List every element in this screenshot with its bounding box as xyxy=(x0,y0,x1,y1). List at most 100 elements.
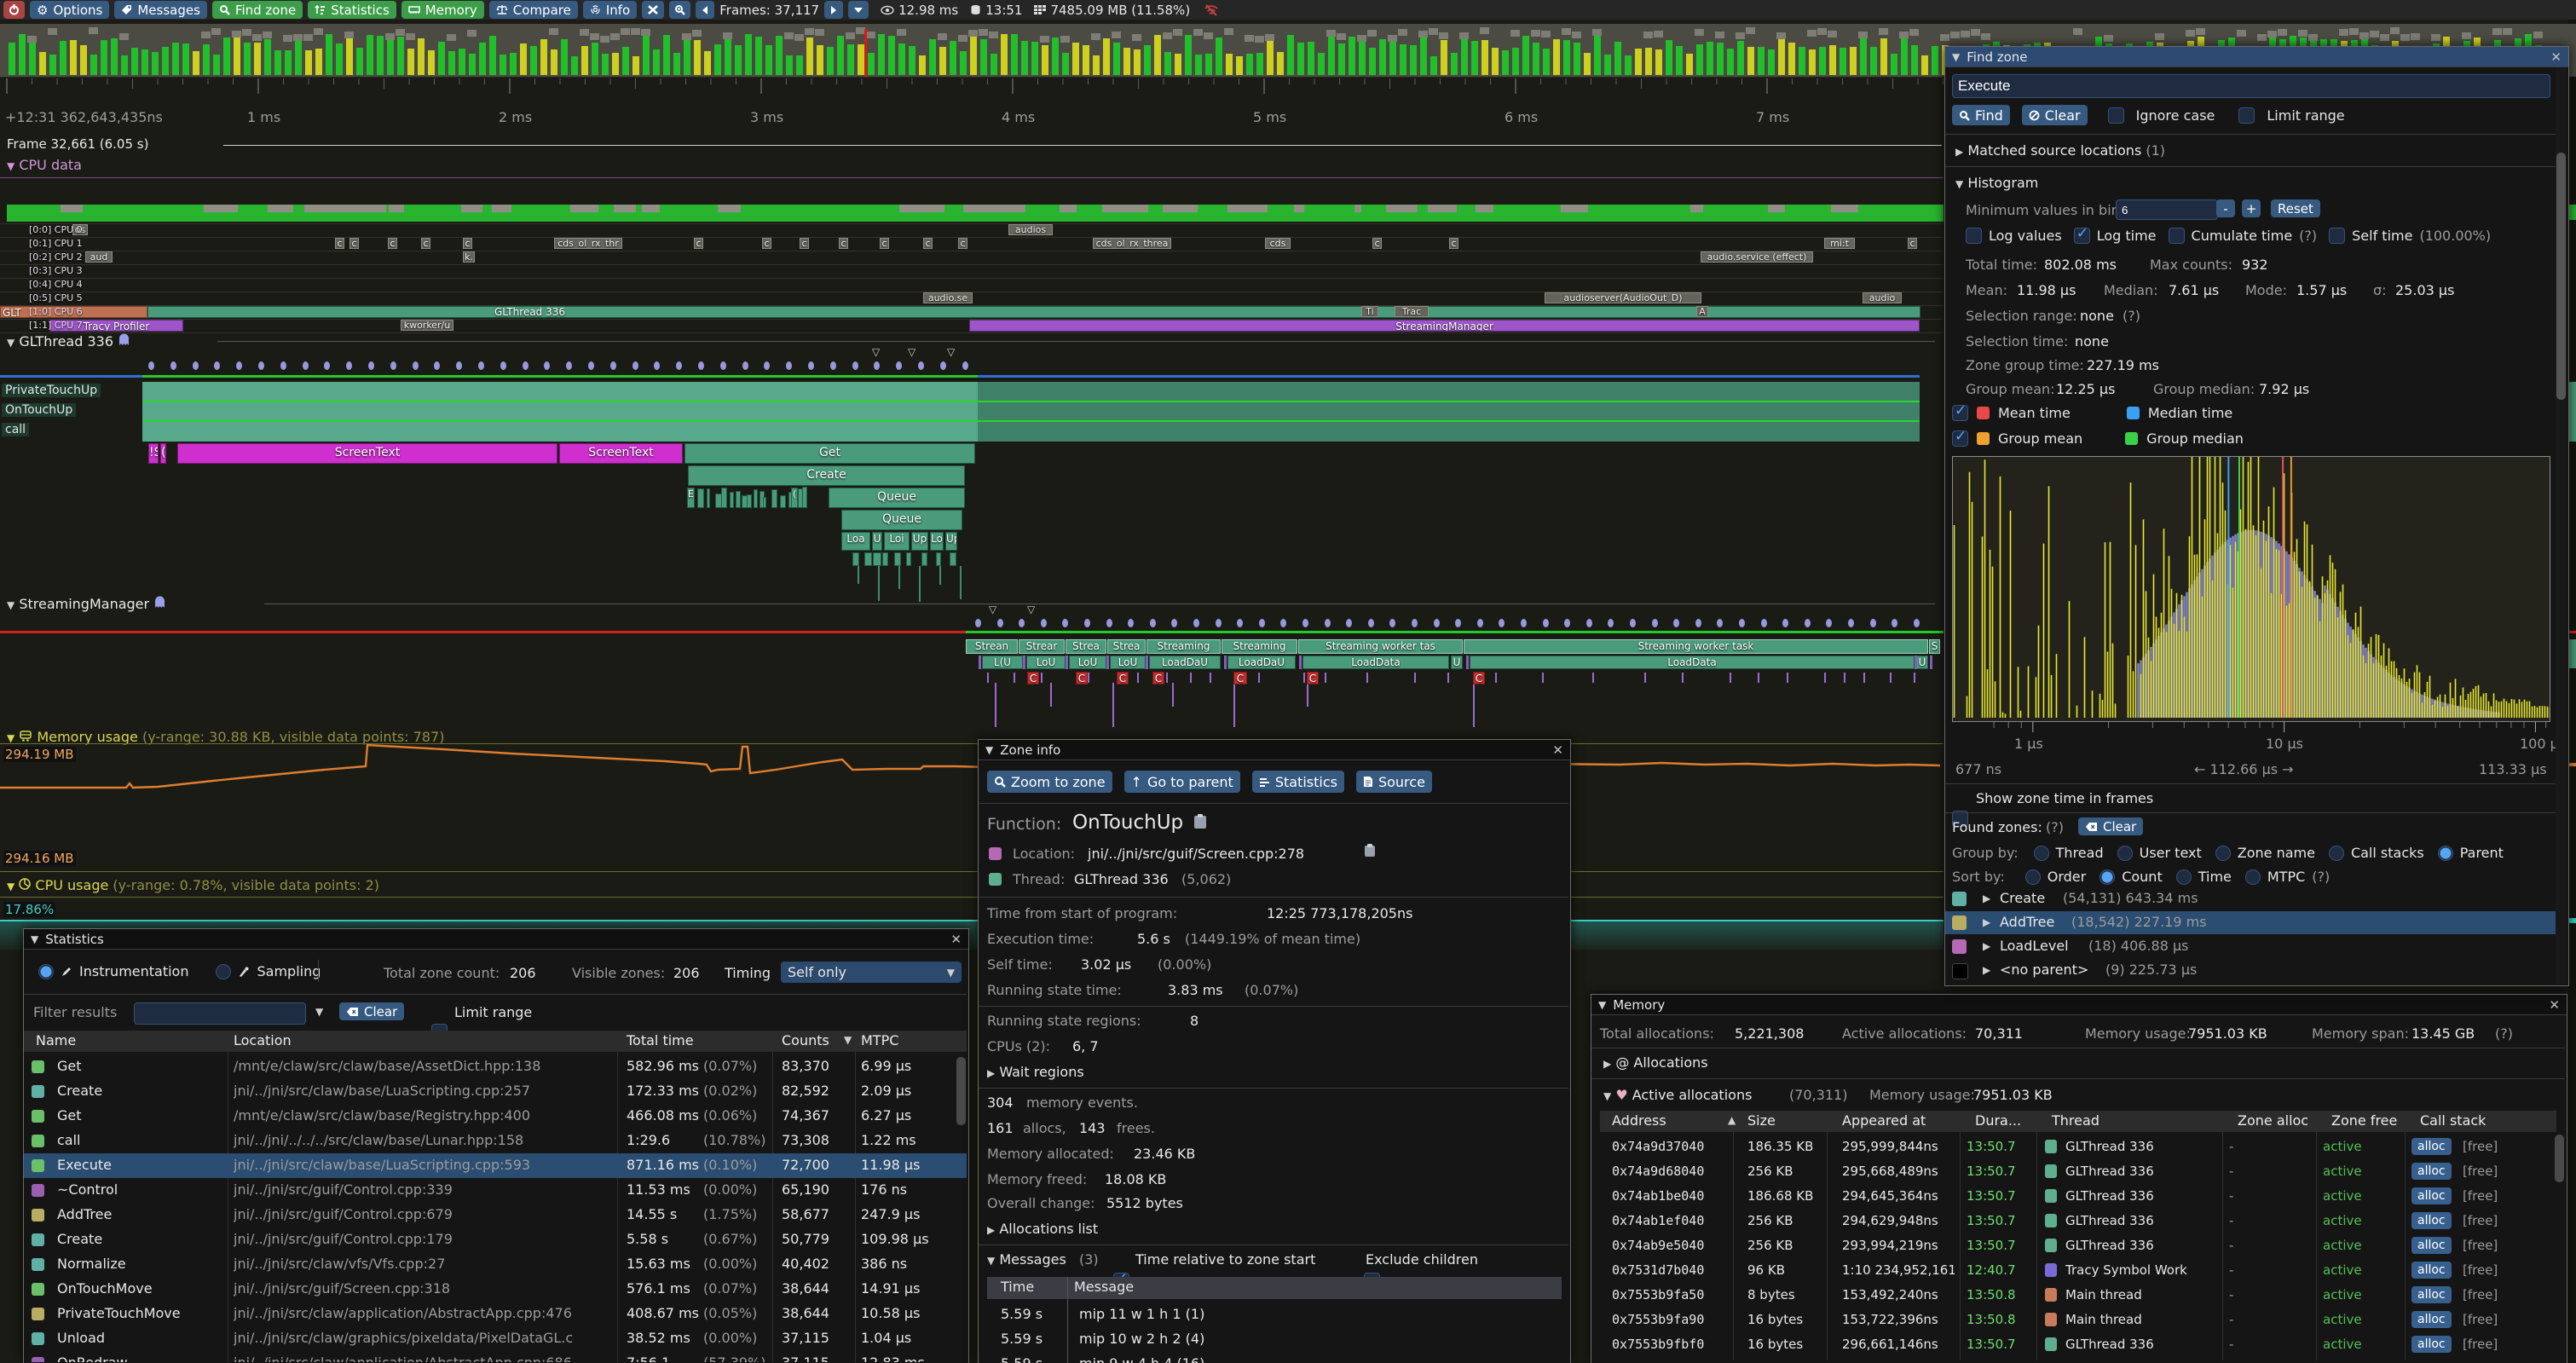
zone[interactable]: C xyxy=(1117,672,1129,684)
table-row[interactable]: 0x7531d7b04096 KB1:10 234,952,16112:40.7… xyxy=(1591,1258,2565,1283)
glthread-message-dots[interactable] xyxy=(0,361,1944,371)
cpu-zone[interactable]: A xyxy=(1696,306,1708,317)
zone[interactable]: !S xyxy=(148,443,159,464)
table-row[interactable]: OnTouchMovejni/../jni/src/guif/Screen.cp… xyxy=(24,1277,967,1302)
zone[interactable]: S xyxy=(1929,639,1940,654)
zone[interactable]: Queue xyxy=(841,510,962,530)
scrollbar-thumb[interactable] xyxy=(956,1057,966,1125)
messages-button[interactable]: Messages xyxy=(114,1,207,19)
alloc-callstack-button[interactable]: alloc xyxy=(2411,1138,2452,1155)
cpu-zone[interactable]: cds_ol_rx_threa xyxy=(1093,238,1171,249)
cpu-zone[interactable]: c xyxy=(762,238,771,249)
zone[interactable]: C xyxy=(1473,672,1485,684)
clear-button[interactable]: Clear xyxy=(2022,105,2088,125)
cpu-zone[interactable]: cds_ol_rx_thr xyxy=(554,238,622,249)
cpu-zone[interactable]: c xyxy=(349,238,359,249)
close-icon[interactable]: ✕ xyxy=(950,932,962,947)
table-row[interactable]: 0x74a9d37040186.35 KB295,999,844ns13:50.… xyxy=(1591,1135,2565,1159)
cpu-zone[interactable]: c xyxy=(923,238,933,249)
table-row[interactable]: ~Controljni/../jni/src/guif/Control.cpp:… xyxy=(24,1178,967,1203)
allocations-list-toggle[interactable]: ▶ Allocations list xyxy=(987,1221,1098,1237)
zone[interactable]: Get xyxy=(684,443,975,464)
cpu-zone[interactable]: audio.se xyxy=(923,292,973,303)
find-button[interactable]: Find xyxy=(1952,105,2010,125)
zone[interactable]: ( xyxy=(160,443,166,464)
messages-toggle[interactable]: ▼ Messages xyxy=(987,1251,1066,1268)
zone-info-titlebar[interactable]: ▼Zone info✕ xyxy=(979,740,1570,760)
alloc-callstack-button[interactable]: alloc xyxy=(2411,1187,2452,1204)
cpu-data-header[interactable]: ▼ CPU data xyxy=(7,157,82,173)
found-zone-row[interactable]: ▶<no parent>(9) 225.73 µs xyxy=(1945,959,2556,982)
self-time-checkbox[interactable] xyxy=(2329,228,2345,244)
memory-button[interactable]: Memory xyxy=(401,1,484,19)
stats-table-header[interactable]: Name Location Total time Counts ▼ MTPC xyxy=(24,1031,967,1052)
zone[interactable]: C xyxy=(1233,672,1247,684)
cpu-activity-bar[interactable] xyxy=(7,205,1944,222)
table-row[interactable]: calljni/../jni/../../../src/claw/base/Lu… xyxy=(24,1129,967,1153)
table-row[interactable]: 0x74a9d68040256 KB295,668,489ns13:50.7GL… xyxy=(1591,1159,2565,1184)
cpu-usage-header[interactable]: ▼ CPU usage (y-range: 0.78%, visible dat… xyxy=(7,877,379,893)
histogram-plot[interactable] xyxy=(1952,456,2550,722)
streaming-header[interactable]: ▼ StreamingManager xyxy=(7,595,166,612)
zone[interactable]: ScreenText xyxy=(559,443,683,464)
zone[interactable]: C xyxy=(1027,672,1039,684)
minus-button[interactable]: - xyxy=(2216,199,2235,217)
go-to-parent-button[interactable]: ↑Go to parent xyxy=(1124,771,1240,793)
memory-table-header[interactable]: Address ▲ Size Appeared at Dura... Threa… xyxy=(1600,1111,2556,1132)
info-button[interactable]: Info xyxy=(583,1,637,19)
statistics-titlebar[interactable]: ▼Statistics✕ xyxy=(24,929,968,950)
statistics-button[interactable]: Statistics xyxy=(308,1,396,19)
table-row[interactable]: 0x74ab1be040186.68 KB294,645,364ns13:50.… xyxy=(1591,1184,2565,1209)
zone[interactable]: Streaming xyxy=(1222,639,1297,654)
streaming-message-dots[interactable] xyxy=(0,619,1944,628)
table-row[interactable]: OnRedrawjni/../jni/src/claw/application/… xyxy=(24,1351,967,1362)
plus-button[interactable]: + xyxy=(2242,199,2261,217)
collapsed-zone-marker[interactable]: ▽ xyxy=(908,346,915,358)
alloc-callstack-button[interactable]: alloc xyxy=(2411,1262,2452,1279)
zone[interactable]: Strea xyxy=(1066,639,1106,654)
cpu-zone[interactable]: StreamingManager xyxy=(969,320,1920,332)
scrollbar-track[interactable] xyxy=(2556,67,2567,984)
clipboard-icon[interactable] xyxy=(1193,813,1207,829)
cpu-zone[interactable]: audio xyxy=(1863,292,1902,303)
reset-button[interactable]: Reset xyxy=(2271,199,2320,217)
found-zone-row[interactable]: ▶LoadLevel(18) 406.88 µs xyxy=(1945,935,2556,958)
statistics-button[interactable]: Statistics xyxy=(1252,771,1344,793)
collapsed-zone-marker[interactable]: ▽ xyxy=(1027,604,1035,615)
cpu-zone[interactable]: c xyxy=(694,238,703,249)
cumulate-checkbox[interactable] xyxy=(2169,228,2185,244)
alloc-callstack-button[interactable]: alloc xyxy=(2411,1212,2452,1229)
table-row[interactable]: Get/mnt/e/claw/src/claw/base/AssetDict.h… xyxy=(24,1054,967,1079)
limit-range-checkbox[interactable] xyxy=(2238,107,2255,124)
table-row[interactable]: Get/mnt/e/claw/src/claw/base/Registry.hp… xyxy=(24,1104,967,1129)
table-row[interactable]: 0x74ab1ef040256 KB294,629,948ns13:50.7GL… xyxy=(1591,1209,2565,1233)
sampling-radio[interactable] xyxy=(216,964,231,979)
find-zone-button[interactable]: Find zone xyxy=(212,1,303,19)
found-zone-row[interactable]: ▶Create(54,131) 643.34 ms xyxy=(1945,887,2556,910)
memory-titlebar[interactable]: ▼Memory✕ xyxy=(1591,995,2567,1015)
table-row[interactable]: 0x7553b9fa508 bytes153,492,240ns13:50.8M… xyxy=(1591,1283,2565,1308)
cpu-zone[interactable]: c xyxy=(1908,238,1917,249)
zone[interactable]: Streaming worker task xyxy=(1464,639,1928,654)
alloc-callstack-button[interactable]: alloc xyxy=(2411,1311,2452,1328)
clipboard-icon[interactable] xyxy=(1364,843,1376,858)
messages-header[interactable]: Time Message xyxy=(987,1277,1562,1299)
zone[interactable]: U xyxy=(872,532,882,551)
alloc-callstack-button[interactable]: alloc xyxy=(2411,1163,2452,1180)
clear-found-button[interactable]: Clear xyxy=(2078,817,2143,835)
cpu-zone[interactable]: c xyxy=(1449,238,1458,249)
zone[interactable]: C xyxy=(1307,672,1319,684)
timing-select[interactable]: Self only▼ xyxy=(781,962,962,983)
sort-mtpc-radio[interactable] xyxy=(2245,869,2261,885)
log-values-checkbox[interactable] xyxy=(1966,228,1982,244)
prev-frame-button[interactable] xyxy=(696,1,714,19)
find-zone-titlebar[interactable]: ▼Find zone✕ xyxy=(1945,47,2568,67)
zone[interactable]: C xyxy=(1076,672,1088,684)
zone[interactable]: C xyxy=(1152,672,1164,684)
zone[interactable]: Queue xyxy=(829,488,965,508)
table-row[interactable]: AddTreejni/../jni/src/guif/Control.cpp:6… xyxy=(24,1203,967,1227)
alloc-callstack-button[interactable]: alloc xyxy=(2411,1336,2452,1353)
filter-funnel-icon[interactable]: ▼ xyxy=(315,1006,323,1018)
zone[interactable]: Strear xyxy=(1019,639,1065,654)
cpu-zone[interactable]: aud xyxy=(85,251,113,263)
